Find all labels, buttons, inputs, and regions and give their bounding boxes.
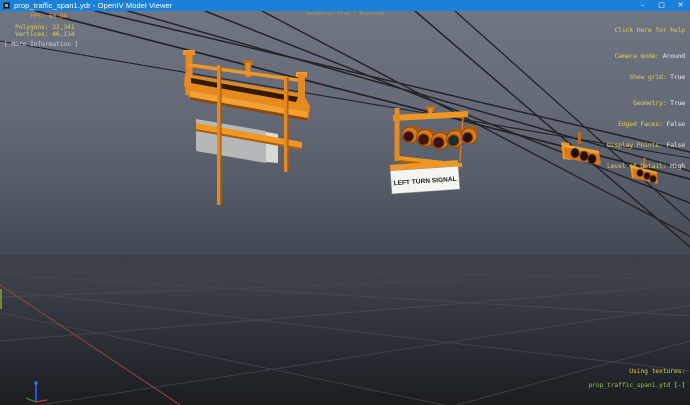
geometry-row: Geometry: True — [633, 99, 685, 107]
left-turn-sign: LEFT TURN SIGNAL — [389, 160, 461, 195]
center-mode-overlay: Geometry: True | Textured — [306, 11, 384, 17]
edged-faces-row: Edged Faces: False — [618, 120, 685, 128]
textures-panel: Using textures: prop_traffic_span1.ytd [… — [566, 361, 685, 396]
scene-3d: LEFT TURN SIGNAL — [0, 11, 690, 405]
render-options-panel: Click here for help Camera mode: Around … — [607, 13, 685, 184]
texture-file-link[interactable]: prop_traffic_span1.ytd [-] — [588, 381, 685, 389]
app-icon — [3, 2, 10, 9]
minimize-button[interactable]: – — [633, 0, 652, 11]
window-controls: – □ ✕ — [633, 0, 690, 11]
display-points-row: Display Points: False — [607, 141, 685, 149]
using-textures-label: Using textures: — [629, 367, 685, 375]
collapse-toggle[interactable]: [-] — [674, 381, 685, 389]
close-button[interactable]: ✕ — [671, 0, 690, 11]
camera-mode-row: Camera mode: Around — [614, 52, 685, 60]
model-viewport[interactable]: LEFT TURN SIGNAL FPS: 60.04 Polygons: 22… — [0, 11, 690, 405]
maximize-button[interactable]: □ — [652, 0, 671, 11]
vertices-counter: Vertices: 46,114 — [15, 30, 75, 38]
title-bar[interactable]: prop_traffic_span1.ydr - OpenIV Model Vi… — [0, 0, 690, 11]
openiv-model-viewer-window: prop_traffic_span1.ydr - OpenIV Model Vi… — [0, 0, 690, 405]
window-title: prop_traffic_span1.ydr - OpenIV Model Vi… — [14, 1, 173, 10]
fps-counter: FPS: 60.04 — [30, 12, 68, 20]
horizon-fade — [0, 255, 690, 301]
more-information-link[interactable]: [ More Information ] — [4, 41, 78, 48]
level-of-detail-row: Level of Detail: High — [607, 162, 685, 170]
show-grid-row: Show grid: True — [629, 73, 685, 81]
help-link[interactable]: Click here for help — [607, 27, 685, 34]
